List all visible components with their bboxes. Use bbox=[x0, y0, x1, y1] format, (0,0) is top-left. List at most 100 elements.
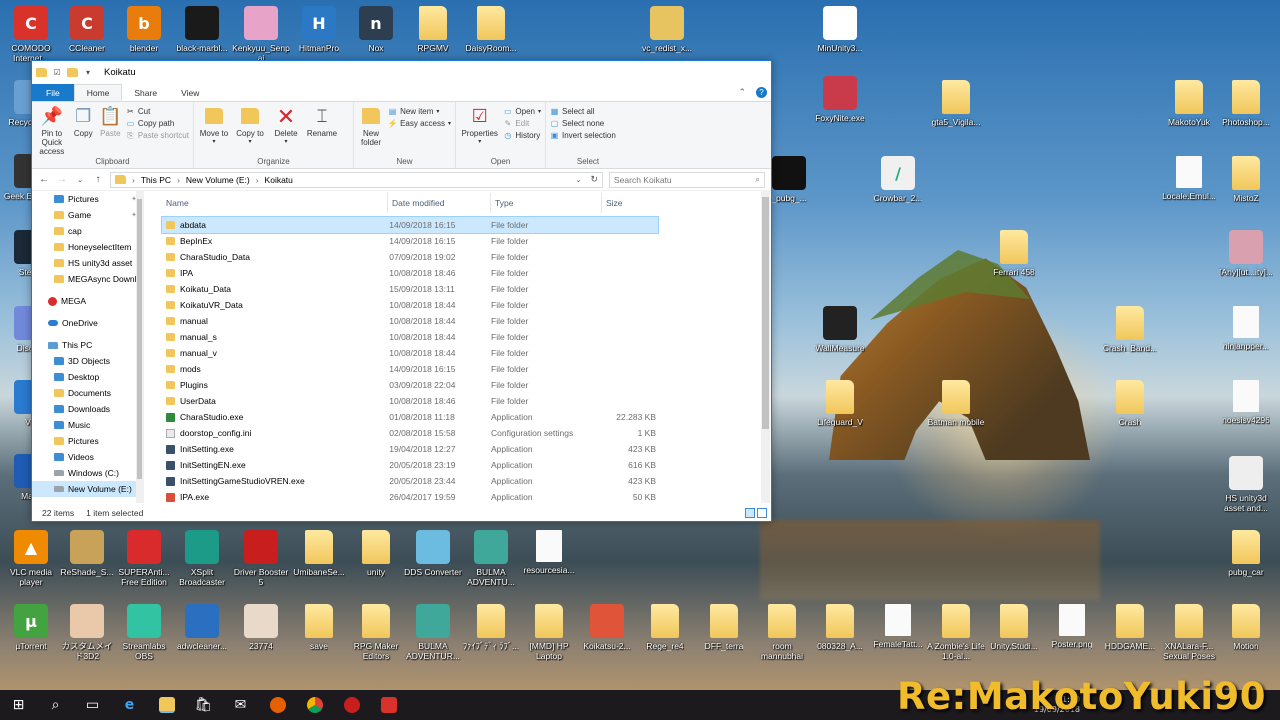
desktop-icon[interactable]: Crash bbox=[1101, 380, 1159, 427]
desktop-icon[interactable]: FemaleTatt... bbox=[869, 604, 927, 649]
new-folder-button[interactable]: New folder bbox=[358, 105, 384, 157]
quick-access-dropdown-icon[interactable]: ▾ bbox=[82, 67, 94, 77]
invert-selection-button[interactable]: ▣ Invert selection bbox=[550, 131, 616, 140]
desktop-icon[interactable]: Koikatsu-2... bbox=[578, 604, 636, 651]
open-button[interactable]: ▭ Open ▾ bbox=[503, 107, 541, 116]
desktop-icon[interactable]: MakotoYuk bbox=[1160, 80, 1218, 127]
tab-home[interactable]: Home bbox=[73, 84, 123, 101]
desktop-icon[interactable]: 23774 bbox=[232, 604, 290, 651]
desktop-icon[interactable]: save bbox=[290, 604, 348, 651]
desktop-icon[interactable]: [MMD] HP Laptop bbox=[520, 604, 578, 661]
file-list-scrollbar-thumb[interactable] bbox=[762, 197, 769, 429]
nav-item-onedrive[interactable]: OneDrive bbox=[32, 315, 143, 331]
desktop-icon[interactable]: C CCleaner bbox=[58, 6, 116, 53]
edit-button[interactable]: ✎ Edit bbox=[503, 119, 541, 128]
search-input[interactable]: Search Koikatu ⌕ bbox=[609, 171, 765, 188]
file-row[interactable]: Plugins 03/09/2018 22:04 File folder bbox=[162, 377, 658, 393]
column-type[interactable]: Type bbox=[491, 193, 602, 213]
file-row[interactable]: UserData 10/08/2018 18:46 File folder bbox=[162, 393, 658, 409]
desktop-icon[interactable]: gta5_Vigila... bbox=[927, 80, 985, 127]
file-row[interactable]: CharaStudio_Data 07/09/2018 19:02 File fol… bbox=[162, 249, 658, 265]
copy-button[interactable]: ❐ Copy bbox=[72, 105, 95, 157]
desktop-icon[interactable]: SUPERAnti... Free Edition bbox=[115, 530, 173, 587]
collapse-ribbon-icon[interactable]: ⌃ bbox=[738, 87, 746, 98]
cut-button[interactable]: ✂ Cut bbox=[126, 107, 189, 116]
history-button[interactable]: ◷ History bbox=[503, 131, 541, 140]
help-icon[interactable]: ? bbox=[756, 87, 767, 98]
nav-item-music[interactable]: Music bbox=[32, 417, 143, 433]
back-arrow-icon[interactable]: ← bbox=[38, 174, 50, 185]
recent-locations-chevron-icon[interactable]: ⌄ bbox=[74, 176, 86, 184]
desktop-icon[interactable]: カスタムメイド3D2 bbox=[58, 604, 116, 661]
nav-scrollbar[interactable] bbox=[136, 191, 143, 503]
start-windows-icon[interactable]: ⊞ bbox=[0, 690, 37, 720]
desktop-icon[interactable]: 080328_A... bbox=[811, 604, 869, 651]
nav-item-hs-unity3d[interactable]: HS unity3d asset bbox=[32, 255, 143, 271]
search-icon[interactable]: ⌕ bbox=[37, 690, 74, 720]
file-row[interactable]: mods 14/09/2018 16:15 File folder bbox=[162, 361, 658, 377]
nav-scrollbar-thumb[interactable] bbox=[137, 199, 142, 479]
desktop-icon[interactable]: Lifeguard_V bbox=[811, 380, 869, 427]
chevron-right-icon[interactable]: › bbox=[256, 175, 259, 185]
nav-item-this-pc[interactable]: This PC bbox=[32, 337, 143, 353]
desktop-icon[interactable]: Photoshop... bbox=[1217, 80, 1275, 127]
desktop-icon[interactable]: room mannubhai bbox=[753, 604, 811, 661]
tab-share[interactable]: Share bbox=[122, 84, 169, 101]
breadcrumb-drive[interactable]: New Volume (E:) bbox=[186, 175, 250, 185]
nav-item-pictures-pinned[interactable]: Pictures ✦ bbox=[32, 191, 143, 207]
nav-item-pictures[interactable]: Pictures bbox=[32, 433, 143, 449]
desktop-icon[interactable]: BULMA ADVENTU... bbox=[462, 530, 520, 587]
nav-item-documents[interactable]: Documents bbox=[32, 385, 143, 401]
properties-quick-icon[interactable]: ☑ bbox=[51, 67, 63, 77]
desktop-icon[interactable]: RPG Maker Editors bbox=[347, 604, 405, 661]
file-row[interactable]: CharaStudio.exe 01/08/2018 11:18 Applicati… bbox=[162, 409, 658, 425]
new-item-button[interactable]: ▤ New item ▾ bbox=[388, 107, 451, 116]
tab-view[interactable]: View bbox=[169, 84, 211, 101]
nav-item-downloads[interactable]: Downloads bbox=[32, 401, 143, 417]
desktop-icon[interactable]: b blender bbox=[115, 6, 173, 53]
desktop-icon[interactable]: UmibaneSe... bbox=[290, 530, 348, 577]
desktop-icon[interactable]: FoxyNite.exe bbox=[811, 76, 869, 123]
file-row[interactable]: InitSetting.exe 19/04/2018 12:27 Applicati… bbox=[162, 441, 658, 457]
column-date-modified[interactable]: Date modified bbox=[388, 193, 491, 213]
file-row[interactable]: KoikatuVR_Data 10/08/2018 18:44 File folde… bbox=[162, 297, 658, 313]
desktop-icon[interactable]: XSplit Broadcaster bbox=[173, 530, 231, 587]
nav-item-desktop[interactable]: Desktop bbox=[32, 369, 143, 385]
desktop-icon[interactable]: pubg_car bbox=[1217, 530, 1275, 577]
desktop-icon[interactable]: Rege_re4 bbox=[636, 604, 694, 651]
nav-item-game[interactable]: Game ✦ bbox=[32, 207, 143, 223]
desktop-icon[interactable]: Unity.Studi... bbox=[985, 604, 1043, 651]
easy-access-button[interactable]: ⚡ Easy access ▾ bbox=[388, 119, 451, 128]
desktop-icon[interactable]: HDDGAME... bbox=[1101, 604, 1159, 651]
desktop-icon[interactable]: noesisv4296 bbox=[1217, 380, 1275, 425]
nav-item-cap[interactable]: cap bbox=[32, 223, 143, 239]
desktop-icon[interactable]: A Zombie's Life 1.0-al... bbox=[927, 604, 985, 661]
desktop-icon[interactable]: resourcesia... bbox=[520, 530, 578, 575]
desktop-icon[interactable]: Kenkyuu_Senpai bbox=[232, 6, 290, 63]
delete-button[interactable]: ✕ Delete ▾ bbox=[270, 105, 302, 157]
desktop-icon[interactable]: MistoZ bbox=[1217, 156, 1275, 203]
file-row[interactable]: InitSettingEN.exe 20/05/2018 23:19 Applica… bbox=[162, 457, 658, 473]
file-row[interactable]: manual_v 10/08/2018 18:44 File folder bbox=[162, 345, 658, 361]
desktop-icon[interactable]: Crash_Band... bbox=[1101, 306, 1159, 353]
breadcrumb-this-pc[interactable]: This PC bbox=[141, 175, 171, 185]
file-row[interactable]: doorstop_config.ini 02/08/2018 15:58 Confi… bbox=[162, 425, 658, 441]
file-row[interactable]: InitSettingGameStudioVREN.exe 20/05/2018 … bbox=[162, 473, 658, 489]
desktop-icon[interactable]: Streamlabs OBS bbox=[115, 604, 173, 661]
details-view-icon[interactable] bbox=[745, 507, 755, 518]
tab-file[interactable]: File bbox=[32, 84, 74, 101]
desktop-icon[interactable]: RPGMV bbox=[404, 6, 462, 53]
firefox-icon[interactable] bbox=[259, 690, 296, 720]
column-name[interactable]: Name bbox=[162, 193, 388, 213]
nav-item-honeyselect[interactable]: HoneyselectItem bbox=[32, 239, 143, 255]
forward-arrow-icon[interactable]: → bbox=[56, 174, 68, 185]
desktop-icon[interactable]: DDS Converter bbox=[404, 530, 462, 577]
pin-quick-access-button[interactable]: 📌 Pin to Quick access bbox=[36, 105, 68, 157]
refresh-icon[interactable]: ↻ bbox=[590, 174, 602, 185]
select-none-button[interactable]: ▢ Select none bbox=[550, 119, 616, 128]
move-to-button[interactable]: Move to ▾ bbox=[198, 105, 230, 157]
desktop-icon[interactable]: MinUnity3... bbox=[811, 6, 869, 53]
rename-button[interactable]: ⌶ Rename bbox=[306, 105, 338, 157]
address-dropdown-icon[interactable]: ⌄ bbox=[576, 176, 585, 184]
address-bar[interactable]: › This PC › New Volume (E:) › Koikatu ⌄ … bbox=[110, 171, 603, 188]
